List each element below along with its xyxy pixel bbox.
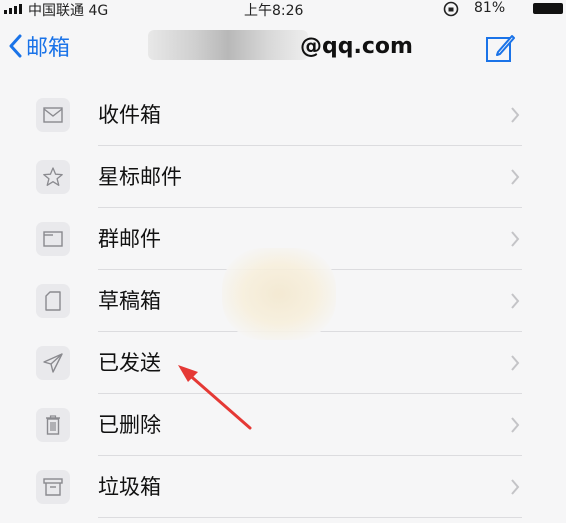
folder-inbox[interactable]: 收件箱 bbox=[0, 84, 566, 146]
folder-sent[interactable]: 已发送 bbox=[0, 332, 566, 394]
spam-icon bbox=[36, 470, 70, 504]
chevron-right-icon bbox=[511, 293, 520, 309]
trash-icon bbox=[36, 408, 70, 442]
nav-bar: 邮箱 @qq.com bbox=[0, 22, 566, 78]
redacted-email-blur bbox=[148, 30, 308, 60]
compose-button[interactable] bbox=[484, 32, 516, 68]
divider bbox=[98, 517, 522, 518]
envelope-icon bbox=[36, 98, 70, 132]
redaction-blur bbox=[222, 248, 336, 340]
folder-deleted[interactable]: 已删除 bbox=[0, 394, 566, 456]
rotation-lock-icon bbox=[443, 1, 459, 21]
status-bar: 中国联通 4G 上午8:26 81% bbox=[0, 0, 566, 20]
battery-percent: 81% bbox=[474, 0, 506, 16]
chevron-left-icon bbox=[9, 34, 22, 58]
folder-label: 垃圾箱 bbox=[98, 475, 161, 499]
back-button[interactable]: 邮箱 bbox=[8, 30, 70, 62]
chevron-right-icon bbox=[511, 231, 520, 247]
folder-label: 群邮件 bbox=[98, 227, 161, 251]
battery-icon bbox=[533, 3, 563, 14]
folder-label: 星标邮件 bbox=[98, 165, 182, 189]
folder-label: 草稿箱 bbox=[98, 289, 161, 313]
clock: 上午8:26 bbox=[244, 3, 304, 19]
account-title: @qq.com bbox=[300, 34, 413, 59]
folder-starred[interactable]: 星标邮件 bbox=[0, 146, 566, 208]
back-label: 邮箱 bbox=[26, 36, 71, 61]
draft-icon bbox=[36, 284, 70, 318]
star-icon bbox=[36, 160, 70, 194]
signal-icon bbox=[4, 3, 22, 14]
chevron-right-icon bbox=[511, 479, 520, 495]
sent-icon bbox=[36, 346, 70, 380]
carrier-label: 中国联通 4G bbox=[28, 3, 109, 19]
chevron-right-icon bbox=[511, 107, 520, 123]
folder-label: 收件箱 bbox=[98, 103, 161, 127]
chevron-right-icon bbox=[511, 355, 520, 371]
chevron-right-icon bbox=[511, 417, 520, 433]
chevron-right-icon bbox=[511, 169, 520, 185]
folder-label: 已发送 bbox=[98, 351, 161, 375]
folder-icon bbox=[36, 222, 70, 256]
compose-icon bbox=[486, 35, 515, 62]
folder-spam[interactable]: 垃圾箱 bbox=[0, 456, 566, 518]
folder-label: 已删除 bbox=[98, 413, 161, 437]
